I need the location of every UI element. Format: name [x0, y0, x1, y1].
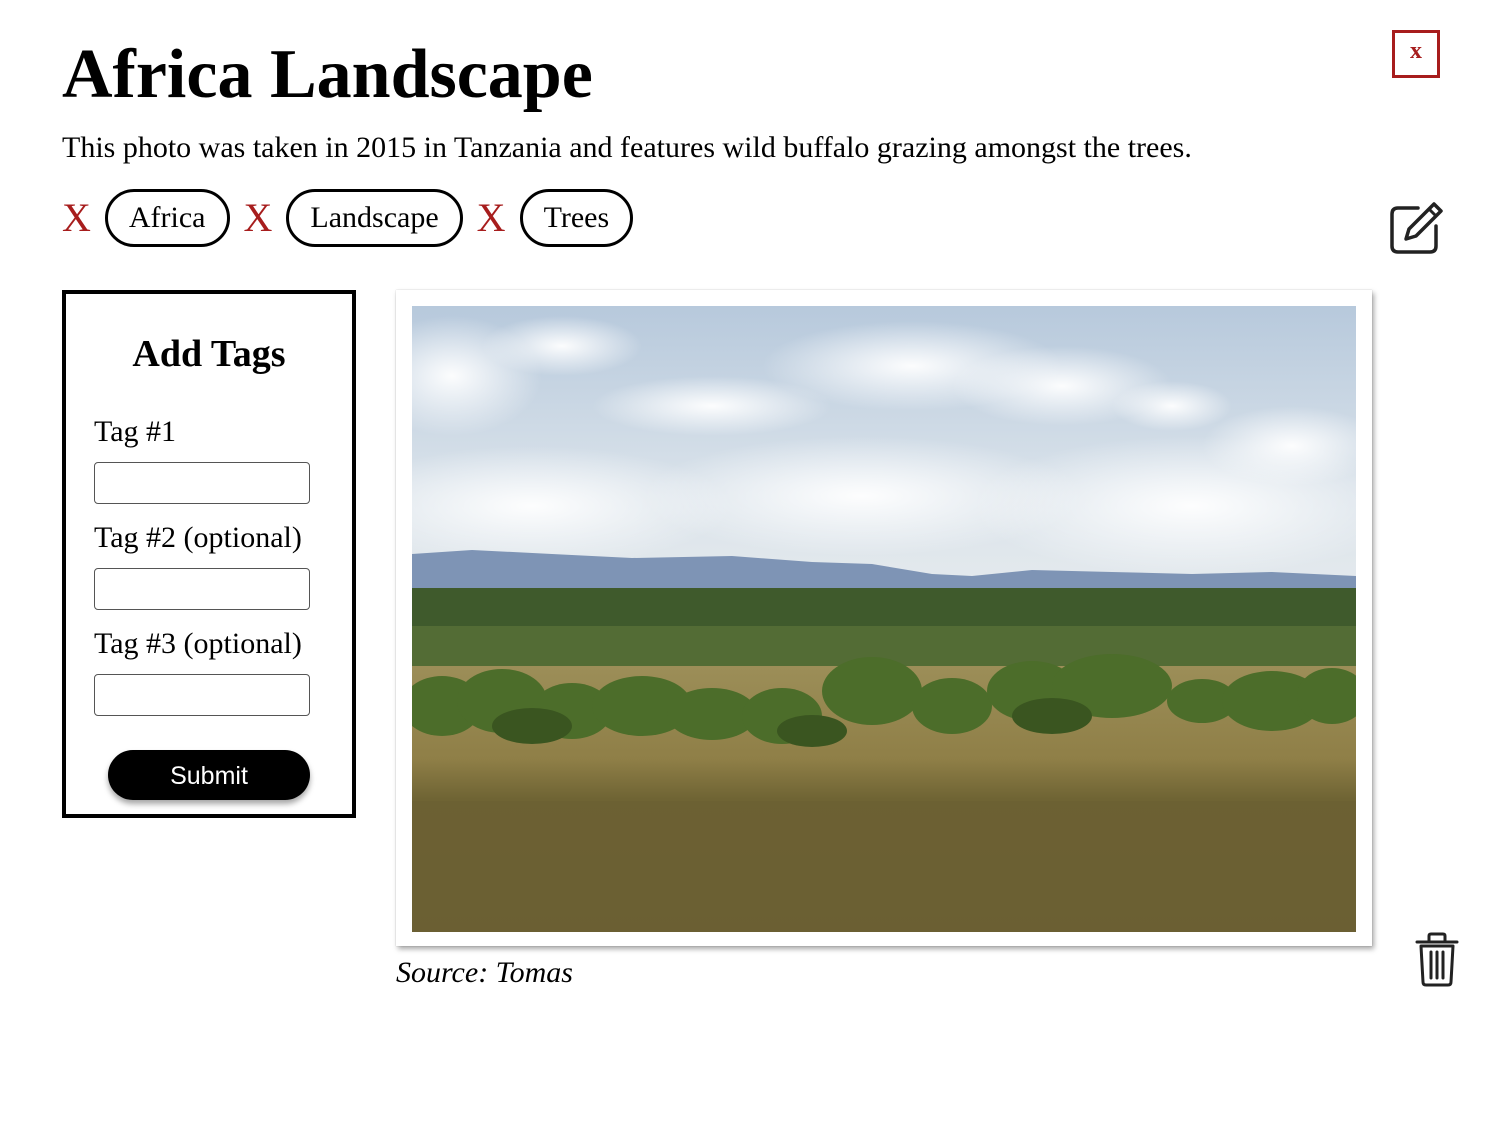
tag-trees: Trees	[519, 189, 634, 247]
photo-detail-page: x Africa Landscape This photo was taken …	[0, 0, 1494, 1148]
edit-icon	[1390, 202, 1443, 254]
remove-tag-africa-button[interactable]: X	[62, 198, 91, 238]
photo-caption: Source: Tomas	[396, 956, 573, 989]
landscape-photo	[412, 306, 1356, 932]
remove-tag-landscape-button[interactable]: X	[244, 198, 273, 238]
tag-africa: Africa	[104, 189, 230, 247]
tag-2-label: Tag #2 (optional)	[94, 521, 302, 554]
submit-button[interactable]: Submit	[108, 750, 310, 800]
tag-3-input[interactable]	[94, 674, 310, 716]
tag-3-label: Tag #3 (optional)	[94, 627, 302, 660]
tag-1-label: Tag #1	[94, 415, 177, 448]
photo-frame	[396, 290, 1372, 946]
trash-icon	[1415, 932, 1459, 987]
page-title: Africa Landscape	[62, 36, 593, 113]
tag-list: X Africa X Landscape X Trees	[62, 186, 647, 250]
add-tags-title: Add Tags	[132, 333, 286, 375]
close-button[interactable]: x	[1392, 30, 1440, 78]
photo-description: This photo was taken in 2015 in Tanzania…	[62, 131, 1192, 164]
add-tags-form: Add Tags Tag #1 Tag #2 (optional) Tag #3…	[62, 290, 356, 818]
tag-1-input[interactable]	[94, 462, 310, 504]
delete-button[interactable]	[1410, 930, 1464, 988]
remove-tag-trees-button[interactable]: X	[477, 198, 506, 238]
tag-landscape: Landscape	[286, 189, 463, 247]
edit-button[interactable]	[1388, 200, 1444, 256]
tag-2-input[interactable]	[94, 568, 310, 610]
